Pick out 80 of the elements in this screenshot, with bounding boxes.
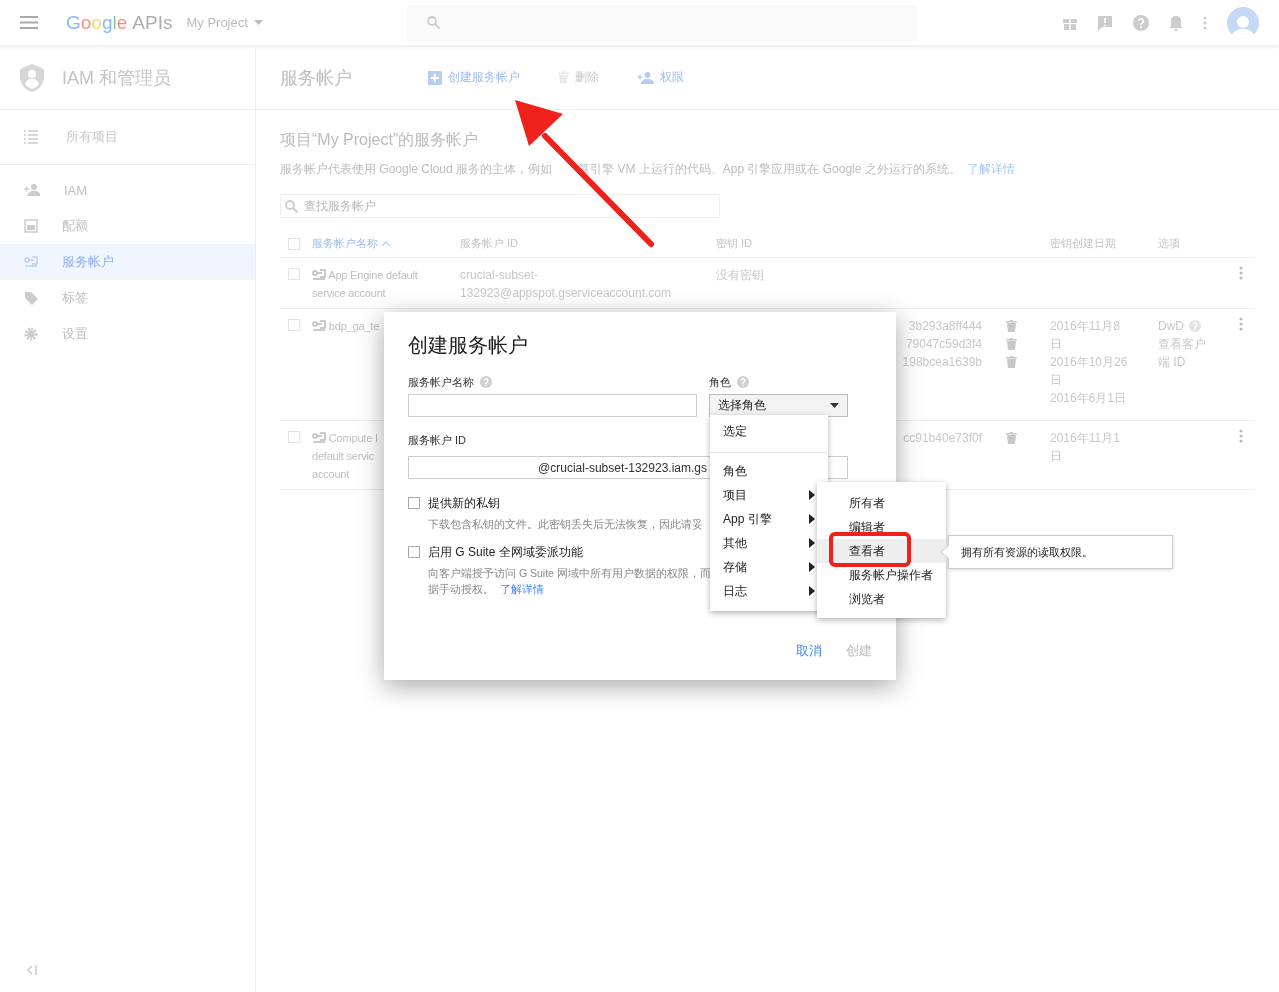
search-field[interactable]: 查找服务帐户 <box>280 194 720 218</box>
collapse-sidebar-button[interactable] <box>24 963 40 978</box>
toolbar-button[interactable]: 权限 <box>637 69 684 86</box>
key-icon <box>312 320 326 332</box>
feedback-icon[interactable] <box>1097 14 1113 31</box>
more-icon[interactable] <box>1203 15 1207 30</box>
submenu-arrow-icon <box>809 562 815 572</box>
menu-icon[interactable] <box>20 16 38 29</box>
person-add-icon <box>24 184 40 196</box>
search-field[interactable] <box>406 4 917 41</box>
help-icon <box>737 376 749 388</box>
help-icon[interactable] <box>1133 14 1149 31</box>
page-title: 服务帐户 <box>280 66 353 90</box>
tag-icon <box>24 291 38 305</box>
option-label: 启用 G Suite 全网域委派功能 <box>428 544 584 561</box>
avatar[interactable] <box>1227 6 1259 39</box>
search-icon <box>285 199 298 213</box>
caret-icon <box>253 20 263 25</box>
menu-item[interactable]: 选定 <box>710 419 828 443</box>
search-icon <box>426 16 440 29</box>
section-heading: 项目“My Project”的服务帐户 <box>280 130 480 150</box>
submenu-arrow-icon <box>809 490 815 500</box>
trash-icon[interactable] <box>1006 320 1017 332</box>
cancel-button[interactable]: 取消 <box>796 642 822 660</box>
collapse-icon <box>26 965 38 975</box>
search-placeholder: 查找服务帐户 <box>304 197 376 215</box>
help-icon <box>480 376 492 388</box>
key-icon <box>312 432 326 444</box>
quota-icon <box>24 219 38 233</box>
sidebar-item[interactable]: 服务帐户 <box>0 244 255 280</box>
column-header[interactable]: 密钥创建日期 <box>1050 236 1158 251</box>
option-description: 据手动授权。 了解详情 <box>428 582 545 597</box>
add-box-icon <box>428 70 442 85</box>
more-icon[interactable] <box>1239 266 1243 280</box>
sidebar-title: IAM 和管理员 <box>62 66 171 90</box>
menu-item[interactable]: 查看者 <box>817 539 946 563</box>
more-icon[interactable] <box>1239 429 1243 443</box>
bell-icon[interactable] <box>1169 14 1183 31</box>
sidebar-item[interactable]: 设置 <box>0 316 255 352</box>
trash-icon[interactable] <box>1006 338 1017 350</box>
caret-icon <box>830 403 839 408</box>
column-header[interactable]: 密钥 ID <box>716 236 1006 251</box>
field-label: 角色 <box>709 374 731 390</box>
person-add-icon <box>637 71 654 84</box>
input-field[interactable] <box>408 394 697 417</box>
checkbox[interactable] <box>408 546 420 558</box>
submenu-arrow-icon <box>809 586 815 596</box>
key-icon <box>24 256 38 268</box>
learn-more-link[interactable]: 了解详情 <box>966 161 1015 178</box>
account-name: Compute I default servic account <box>312 431 378 482</box>
list-icon <box>24 130 38 144</box>
dialog-title: 创建服务帐户 <box>408 333 529 358</box>
option-description: 向客户端授予访问 G Suite 网域中所有用户数据的权限，而 <box>428 566 711 581</box>
account-name: bdp_ga_te <box>312 317 380 335</box>
tooltip-text: 拥有所有资源的读取权限。 <box>961 544 1093 560</box>
sidebar-item[interactable]: IAM <box>0 172 255 208</box>
trash-icon[interactable] <box>1006 432 1017 444</box>
key-icon <box>312 269 326 281</box>
sidebar-item[interactable]: 标签 <box>0 280 255 316</box>
role-select[interactable]: 选择角色 <box>709 394 848 417</box>
more-icon[interactable] <box>1239 317 1243 331</box>
menu-section-label: 角色 <box>722 462 748 480</box>
shield-icon <box>20 63 44 92</box>
option-description: 下载包含私钥的文件。此密钥丢失后无法恢复，因此请妥 <box>428 517 703 532</box>
checkbox[interactable] <box>408 497 420 509</box>
logo[interactable]: Google APIs <box>66 11 173 34</box>
sort-icon <box>382 241 390 246</box>
sidebar-item[interactable]: 配额 <box>0 208 255 244</box>
option-label: 提供新的私钥 <box>428 495 501 512</box>
submenu-arrow-icon <box>809 538 815 548</box>
trash-icon[interactable] <box>1006 356 1017 368</box>
account-name: App Engine default service account <box>312 268 418 301</box>
field-label: 服务帐户名称 <box>408 374 474 390</box>
toolbar-button[interactable]: 创建服务帐户 <box>428 69 520 86</box>
submenu-arrow-icon <box>809 514 815 524</box>
project-selector[interactable]: My Project <box>186 15 263 30</box>
column-header[interactable]: 服务帐户名称 <box>312 236 460 251</box>
help-icon <box>1189 320 1201 332</box>
field-label: 服务帐户 ID <box>408 432 467 448</box>
learn-more-link[interactable]: 了解详情 <box>500 583 544 595</box>
